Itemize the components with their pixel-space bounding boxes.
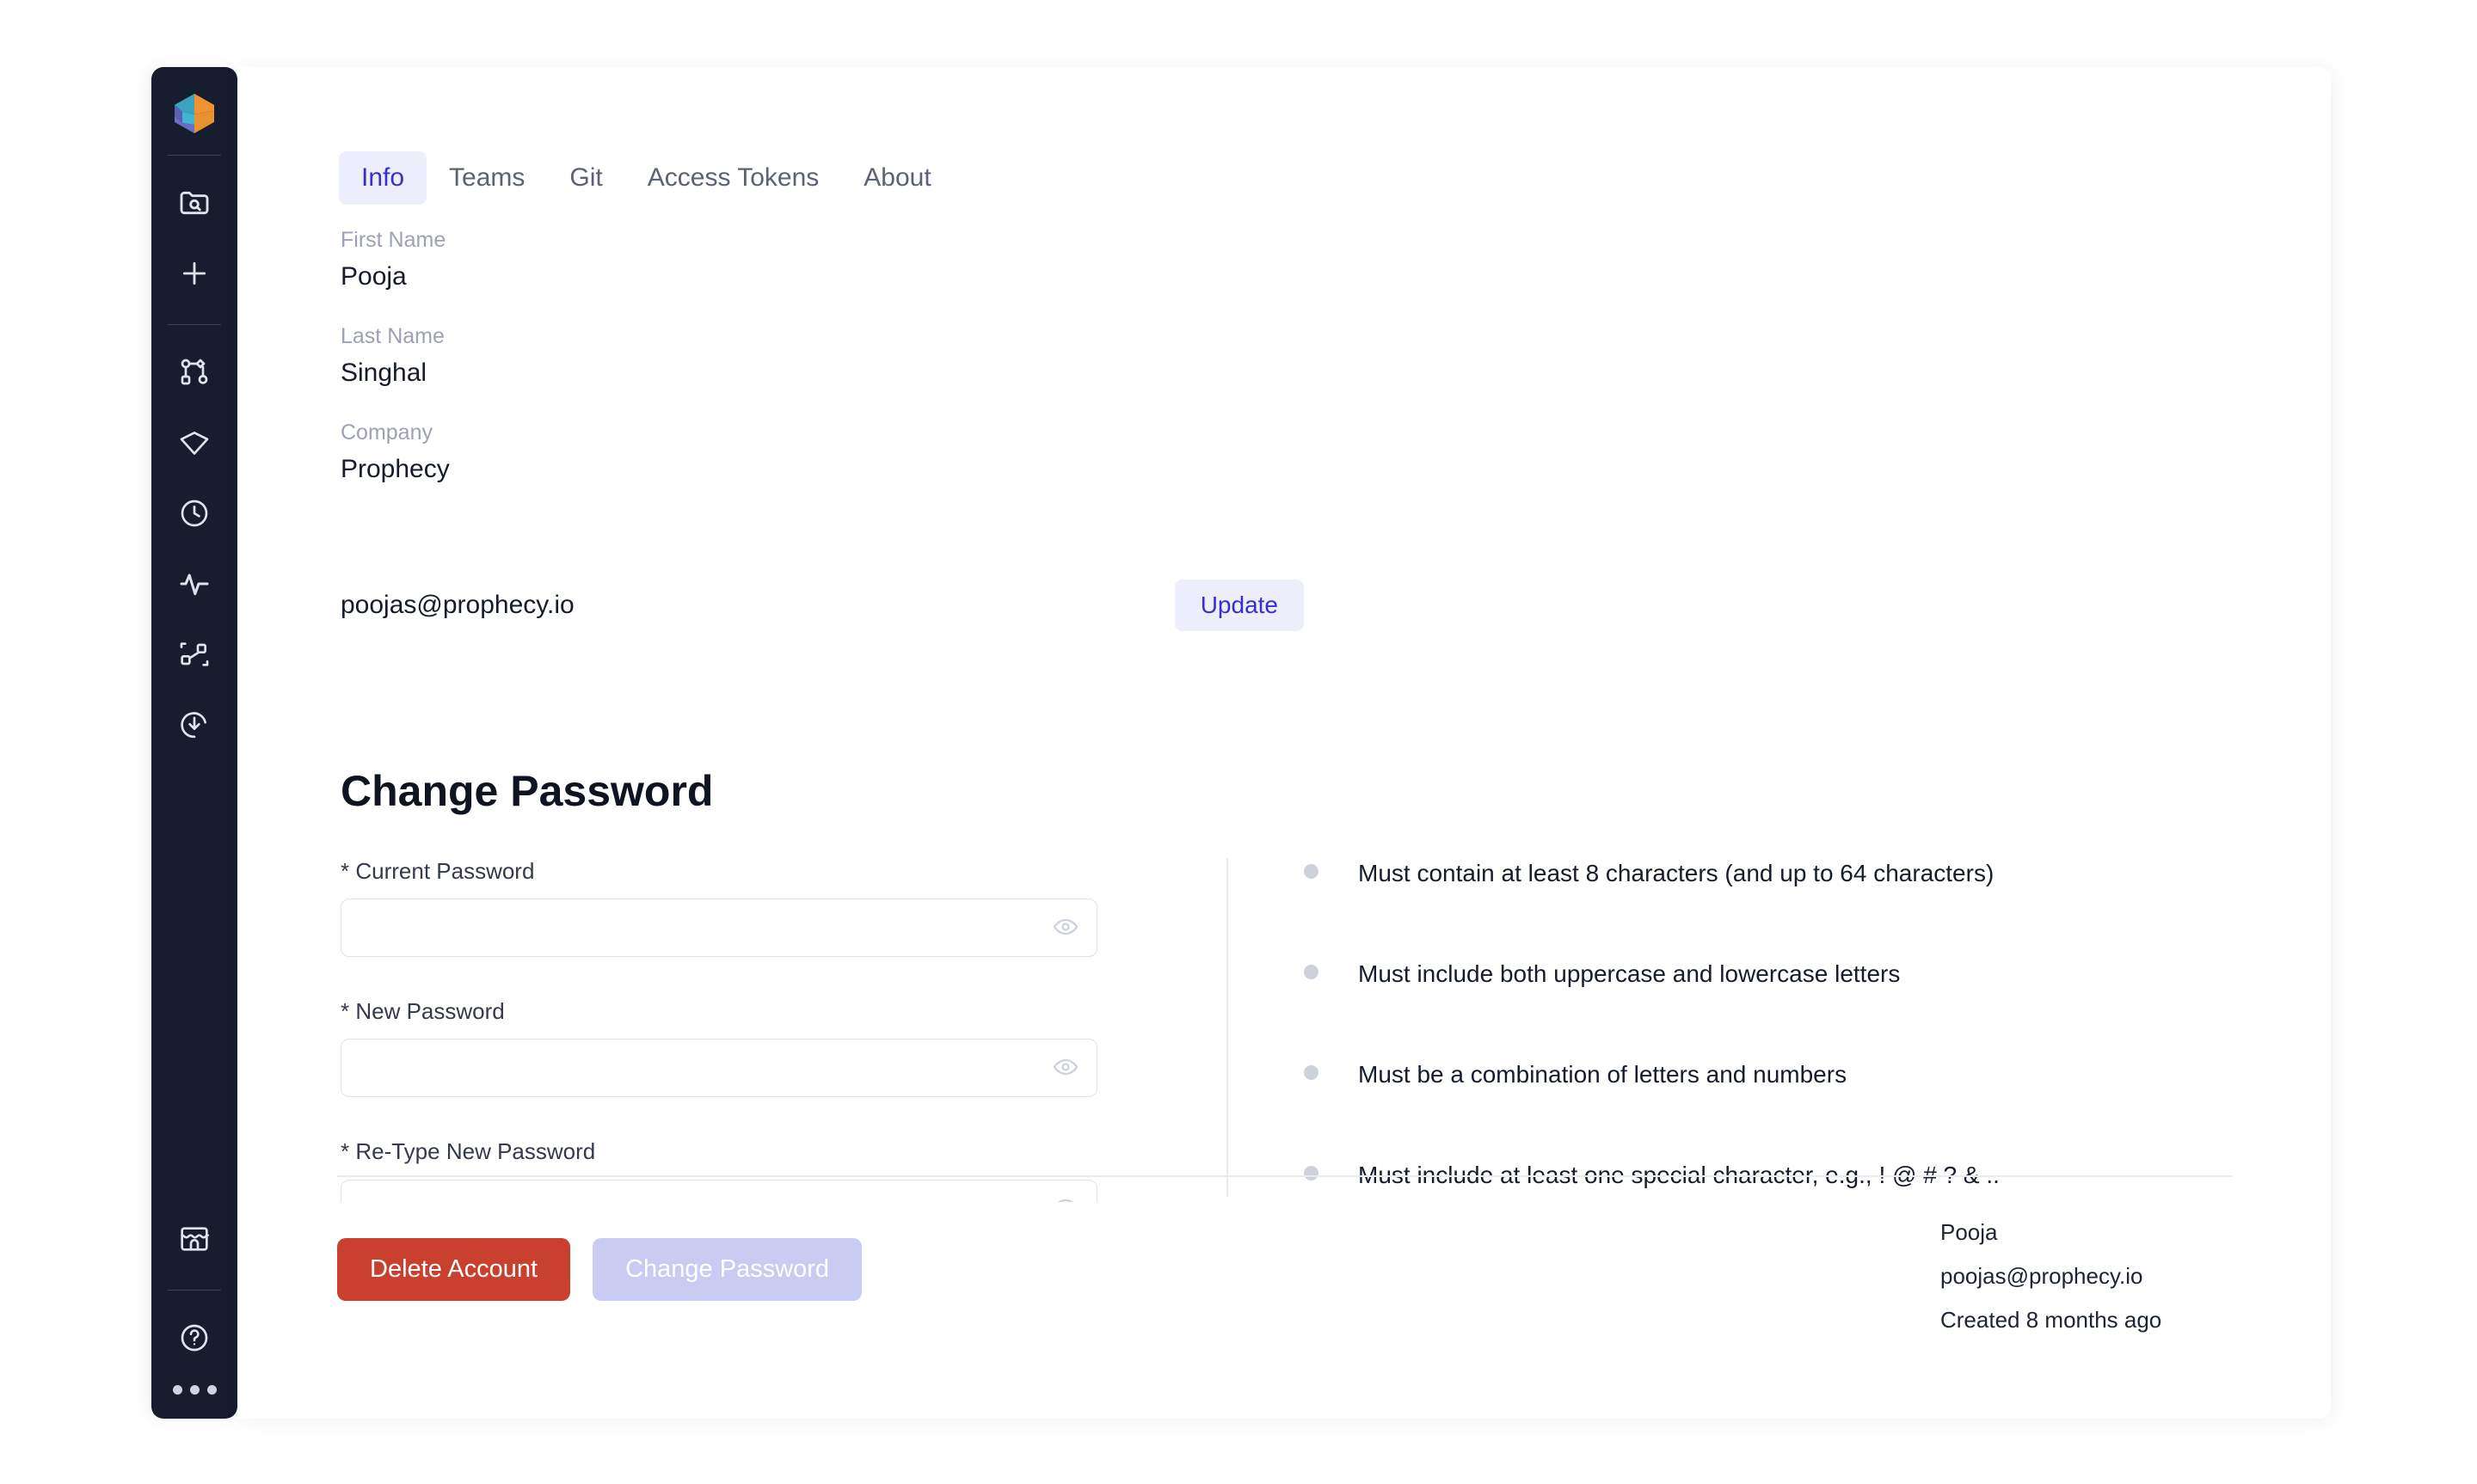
eye-icon — [1052, 913, 1079, 943]
current-password-field[interactable] — [341, 898, 1097, 958]
sidebar-item-help[interactable] — [168, 1311, 221, 1364]
bullet-icon — [1304, 864, 1318, 879]
tab-git[interactable]: Git — [547, 151, 624, 205]
eye-icon — [1052, 1193, 1079, 1202]
toggle-new-password-visibility[interactable] — [1050, 1052, 1081, 1083]
sidebar-divider-bottom — [168, 1290, 221, 1291]
toggle-current-password-visibility[interactable] — [1050, 912, 1081, 943]
update-button[interactable]: Update — [1174, 579, 1304, 631]
new-password-field[interactable] — [341, 1039, 1097, 1098]
sidebar-item-clusters[interactable] — [168, 628, 221, 681]
meta-email: poojas@prophecy.io — [1940, 1263, 2143, 1290]
left-sidebar — [151, 67, 237, 1419]
current-password-input[interactable] — [341, 899, 1097, 957]
requirement-text: Must be a combination of letters and num… — [1358, 1061, 1847, 1088]
gem-icon — [177, 426, 212, 460]
new-password-label: * New Password — [341, 998, 505, 1025]
sidebar-item-marketplace[interactable] — [168, 1212, 221, 1266]
change-password-form: * Current Password * New Password * Re-T… — [341, 858, 1252, 1202]
tab-info[interactable]: Info — [339, 151, 427, 205]
sidebar-divider-mid — [168, 324, 221, 325]
page-title: Change Password — [341, 767, 714, 815]
retype-password-input[interactable] — [341, 1180, 1097, 1202]
tab-teams[interactable]: Teams — [427, 151, 547, 205]
clock-icon — [177, 496, 212, 530]
prophecy-logo[interactable] — [169, 88, 220, 139]
activity-pulse-icon — [177, 567, 212, 601]
bullet-icon — [1304, 1166, 1318, 1180]
sidebar-item-monitoring[interactable] — [168, 557, 221, 610]
tab-access-tokens[interactable]: Access Tokens — [625, 151, 842, 205]
meta-created: Created 8 months ago — [1940, 1307, 2162, 1334]
retype-password-label: * Re-Type New Password — [341, 1138, 596, 1165]
new-password-input[interactable] — [341, 1039, 1097, 1097]
delete-account-button[interactable]: Delete Account — [337, 1238, 571, 1301]
requirement-text: Must contain at least 8 characters (and … — [1358, 860, 1995, 886]
first-name-value[interactable]: Pooja — [341, 261, 1115, 292]
sidebar-divider-top — [168, 155, 221, 156]
profile-fields: First Name Pooja Last Name Singhal Compa… — [341, 227, 1115, 516]
current-password-label: * Current Password — [341, 858, 535, 884]
password-requirements-list: Must contain at least 8 characters (and … — [1304, 858, 2216, 1260]
more-ellipsis-icon[interactable] — [172, 1385, 217, 1395]
email-row: poojas@prophecy.io Update — [341, 579, 1304, 631]
company-label: Company — [341, 420, 433, 445]
list-item: Must be a combination of letters and num… — [1304, 1059, 2216, 1160]
vertical-divider — [1226, 858, 1228, 1197]
company-value[interactable]: Prophecy — [341, 454, 1115, 485]
last-name-label: Last Name — [341, 324, 445, 348]
sidebar-item-gems[interactable] — [168, 416, 221, 469]
pipeline-graph-icon — [177, 355, 212, 389]
change-password-button: Change Password — [593, 1238, 863, 1301]
main-content-card: Info Teams Git Access Tokens About First… — [237, 67, 2331, 1419]
tab-about[interactable]: About — [841, 151, 953, 205]
meta-name: Pooja — [1940, 1219, 1998, 1245]
app-root: Info Teams Git Access Tokens About First… — [0, 0, 2477, 1484]
footer-divider — [337, 1175, 2232, 1177]
requirement-text: Must include both uppercase and lowercas… — [1358, 960, 1901, 987]
list-item: Must contain at least 8 characters (and … — [1304, 858, 2216, 959]
toggle-retype-password-visibility[interactable] — [1050, 1193, 1081, 1202]
footer-actions: Delete Account Change Password — [337, 1238, 863, 1301]
plus-icon — [177, 256, 212, 291]
bullet-icon — [1304, 1065, 1318, 1080]
folder-search-icon — [177, 186, 212, 220]
list-item: Must include both uppercase and lowercas… — [1304, 959, 2216, 1059]
bullet-icon — [1304, 965, 1318, 979]
sidebar-item-scheduled-jobs[interactable] — [168, 487, 221, 540]
eye-icon — [1052, 1053, 1079, 1083]
storefront-icon — [177, 1222, 212, 1256]
sidebar-item-pipelines[interactable] — [168, 346, 221, 399]
sidebar-item-create-new[interactable] — [168, 247, 221, 300]
last-name-value[interactable]: Singhal — [341, 358, 1115, 389]
account-meta: Pooja poojas@prophecy.io Created 8 month… — [1940, 1219, 2284, 1352]
settings-tabs: Info Teams Git Access Tokens About — [339, 151, 954, 205]
help-circle-icon — [177, 1321, 212, 1355]
cluster-scan-icon — [177, 637, 212, 671]
first-name-label: First Name — [341, 228, 446, 252]
download-circle-icon — [177, 708, 212, 742]
retype-password-field[interactable] — [341, 1179, 1097, 1202]
email-value: poojas@prophecy.io — [341, 591, 575, 619]
sidebar-item-deployments[interactable] — [168, 698, 221, 751]
sidebar-item-browse-projects[interactable] — [168, 176, 221, 230]
